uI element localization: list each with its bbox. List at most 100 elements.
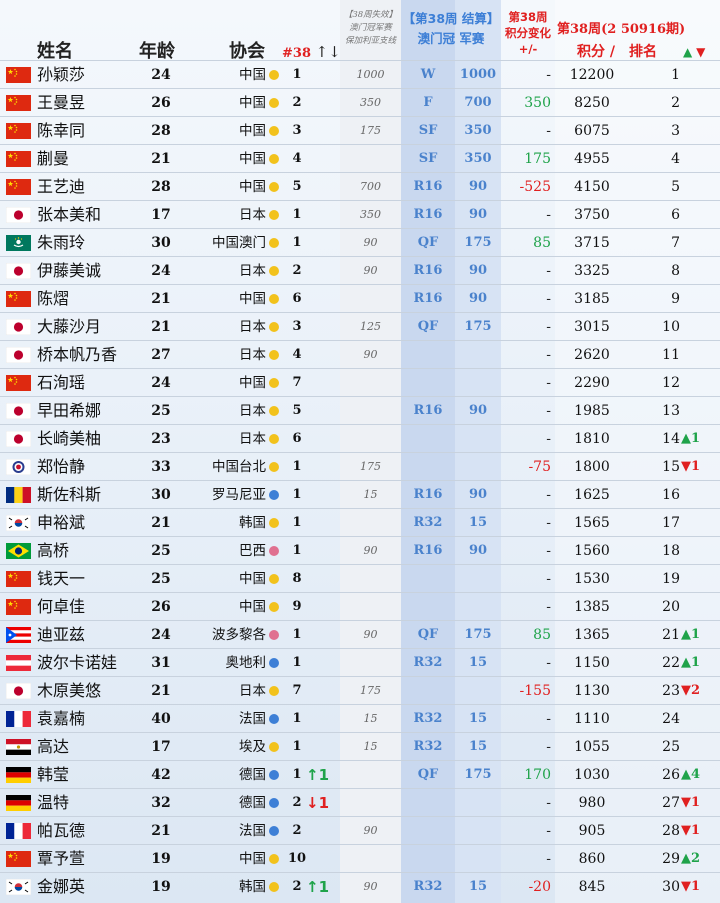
week38-assoc-move: ↑1 bbox=[306, 878, 330, 896]
week38-assoc-move bbox=[306, 733, 328, 761]
points-change: 175 bbox=[524, 151, 551, 167]
player-association: 韩国 bbox=[239, 879, 266, 895]
total-points: 8250 bbox=[574, 95, 610, 111]
table-row[interactable]: 孙颖莎 24 中国 1 1000 W 1000 - 12200 1 bbox=[0, 60, 720, 89]
total-points: 1385 bbox=[574, 599, 610, 615]
table-row[interactable]: 长崎美柚 23 日本 6 - 1810 14 ▲1 bbox=[0, 424, 720, 453]
table-row[interactable]: 迪亚兹 24 波多黎各 1 90 QF 175 85 1365 21 ▲1 bbox=[0, 620, 720, 649]
tournament-points bbox=[455, 425, 501, 453]
table-row[interactable]: 伊藤美诚 24 日本 2 90 R16 90 - 3325 8 bbox=[0, 256, 720, 285]
player-association: 中国 bbox=[239, 291, 266, 307]
points-change: - bbox=[546, 207, 551, 223]
player-name: 波尔卡诺娃 bbox=[37, 653, 118, 672]
table-row[interactable]: 高达 17 埃及 1 15 R32 15 - 1055 25 bbox=[0, 732, 720, 761]
tournament-stage: R16 bbox=[413, 487, 443, 502]
week38-assoc-rank: 2 bbox=[292, 795, 302, 810]
flag-jp-icon bbox=[6, 207, 31, 223]
total-points: 2620 bbox=[574, 347, 610, 363]
player-age: 24 bbox=[151, 263, 171, 279]
tournament-points: 175 bbox=[464, 319, 492, 334]
total-points: 1560 bbox=[574, 543, 610, 559]
expired-points bbox=[340, 145, 401, 173]
week38-assoc-move bbox=[306, 313, 328, 341]
table-row[interactable]: 覃予萱 19 中国 10 - 860 29 ▲2 bbox=[0, 844, 720, 873]
table-row[interactable]: 波尔卡诺娃 31 奥地利 1 R32 15 - 1150 22 ▲1 bbox=[0, 648, 720, 677]
points-change: - bbox=[546, 543, 551, 559]
player-age: 21 bbox=[151, 683, 171, 699]
points-change: - bbox=[546, 487, 551, 503]
table-row[interactable]: 帕瓦德 21 法国 2 90 - 905 28 ▼1 bbox=[0, 816, 720, 845]
player-name: 何卓佳 bbox=[37, 597, 86, 616]
tournament-stage bbox=[401, 845, 455, 873]
table-row[interactable]: 何卓佳 26 中国 9 - 1385 20 bbox=[0, 592, 720, 621]
table-row[interactable]: 大藤沙月 21 日本 3 125 QF 175 - 3015 10 bbox=[0, 312, 720, 341]
table-row[interactable]: 蒯曼 21 中国 4 SF 350 175 4955 4 bbox=[0, 144, 720, 173]
table-row[interactable]: 钱天一 25 中国 8 - 1530 19 bbox=[0, 564, 720, 593]
up-triangle-icon: ▲ bbox=[683, 45, 693, 59]
week38-assoc-move bbox=[306, 173, 328, 201]
association-dot-icon bbox=[269, 238, 279, 248]
table-row[interactable]: 郑怡静 33 中国台北 1 175 -75 1800 15 ▼1 bbox=[0, 452, 720, 481]
flag-br-icon bbox=[6, 543, 31, 559]
table-row[interactable]: 石洵瑶 24 中国 7 - 2290 12 bbox=[0, 368, 720, 397]
header-expired-line1: 【38周失效】 bbox=[343, 10, 398, 20]
player-age: 23 bbox=[151, 431, 171, 447]
week38-assoc-move bbox=[306, 845, 328, 873]
association-dot-icon bbox=[269, 98, 279, 108]
table-row[interactable]: 陈幸同 28 中国 3 175 SF 350 - 6075 3 bbox=[0, 116, 720, 145]
table-row[interactable]: 金娜英 19 韩国 2 ↑1 90 R32 15 -20 845 30 ▼1 bbox=[0, 872, 720, 901]
table-row[interactable]: 桥本帆乃香 27 日本 4 90 - 2620 11 bbox=[0, 340, 720, 369]
table-row[interactable]: 王曼昱 26 中国 2 350 F 700 350 8250 2 bbox=[0, 88, 720, 117]
tournament-stage bbox=[401, 565, 455, 593]
table-row[interactable]: 高桥 25 巴西 1 90 R16 90 - 1560 18 bbox=[0, 536, 720, 565]
table-row[interactable]: 袁嘉楠 40 法国 1 15 R32 15 - 1110 24 bbox=[0, 704, 720, 733]
points-change: - bbox=[546, 851, 551, 867]
table-row[interactable]: 木原美悠 21 日本 7 175 -155 1130 23 ▼2 bbox=[0, 676, 720, 705]
week38-assoc-rank: 2 bbox=[292, 263, 302, 278]
table-row[interactable]: 斯佐科斯 30 罗马尼亚 1 15 R16 90 - 1625 16 bbox=[0, 480, 720, 509]
player-age: 19 bbox=[151, 879, 171, 895]
table-row[interactable]: 陈熠 21 中国 6 R16 90 - 3185 9 bbox=[0, 284, 720, 313]
header-new-rank[interactable]: 排名 bbox=[629, 41, 657, 61]
player-age: 28 bbox=[151, 179, 171, 195]
flag-cn-icon bbox=[6, 291, 31, 307]
week38-assoc-rank: 1 bbox=[292, 515, 302, 530]
flag-cn-icon bbox=[6, 95, 31, 111]
table-row[interactable]: 韩莹 42 德国 1 ↑1 QF 175 170 1030 26 ▲4 bbox=[0, 760, 720, 789]
header-week38-rank[interactable]: #38 ↑↓ bbox=[282, 43, 341, 61]
association-dot-icon bbox=[269, 826, 279, 836]
flag-cn-icon bbox=[6, 571, 31, 587]
tournament-points bbox=[455, 453, 501, 481]
week38-assoc-move: ↑1 bbox=[306, 766, 330, 784]
player-name: 王曼昱 bbox=[37, 93, 86, 112]
table-row[interactable]: 申裕斌 21 韩国 1 R32 15 - 1565 17 bbox=[0, 508, 720, 537]
table-row[interactable]: 温特 32 德国 2 ↓1 - 980 27 ▼1 bbox=[0, 788, 720, 817]
week38-assoc-move bbox=[306, 481, 328, 509]
total-points: 1110 bbox=[574, 711, 610, 727]
player-age: 26 bbox=[151, 599, 171, 615]
week38-assoc-rank: 1 bbox=[292, 711, 302, 726]
points-change: - bbox=[546, 739, 551, 755]
expired-points: 1000 bbox=[356, 68, 385, 81]
table-row[interactable]: 张本美和 17 日本 1 350 R16 90 - 3750 6 bbox=[0, 200, 720, 229]
table-row[interactable]: 朱雨玲 30 中国澳门 1 90 QF 175 85 3715 7 bbox=[0, 228, 720, 257]
tournament-points bbox=[455, 817, 501, 845]
header-rank-movement: ▲ ▼ bbox=[683, 45, 705, 59]
tournament-stage: R16 bbox=[413, 179, 443, 194]
points-change: - bbox=[546, 375, 551, 391]
player-name: 陈幸同 bbox=[37, 121, 86, 140]
header-new-points[interactable]: 积分 / bbox=[577, 41, 615, 61]
player-name: 大藤沙月 bbox=[37, 317, 102, 336]
world-rank: 19 bbox=[662, 571, 680, 587]
week38-assoc-move bbox=[306, 565, 328, 593]
points-change: - bbox=[546, 599, 551, 615]
week38-assoc-rank: 1 bbox=[292, 739, 302, 754]
flag-at-icon bbox=[6, 655, 31, 671]
association-dot-icon bbox=[269, 462, 279, 472]
header-expired-line3: 保加利亚支线 bbox=[344, 36, 396, 46]
table-row[interactable]: 早田希娜 25 日本 5 R16 90 - 1985 13 bbox=[0, 396, 720, 425]
points-change: - bbox=[546, 291, 551, 307]
table-row[interactable]: 王艺迪 28 中国 5 700 R16 90 -525 4150 5 bbox=[0, 172, 720, 201]
flag-jp-icon bbox=[6, 683, 31, 699]
player-age: 33 bbox=[151, 459, 171, 475]
